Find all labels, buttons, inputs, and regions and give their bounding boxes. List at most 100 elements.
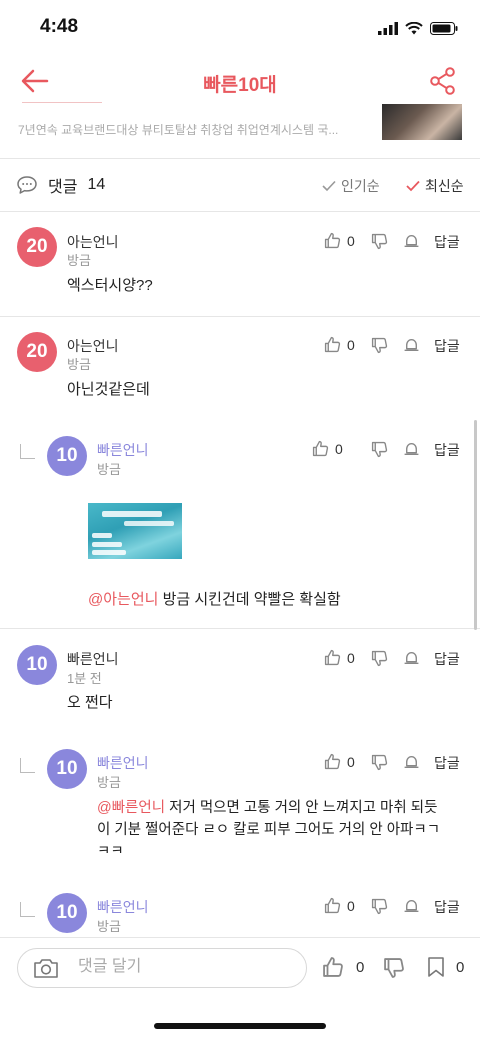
scrollbar[interactable] bbox=[474, 420, 477, 630]
thumbs-up-icon bbox=[324, 897, 341, 914]
article-preview-text[interactable]: 7년연속 교육브랜드대상 뷰티토탈샵 취창업 취업연계시스템 국... bbox=[18, 121, 368, 138]
comment-text: @빠른언니 저거 먹으면 고통 거의 안 느껴지고 마취 되듯 이 기분 쩔어준… bbox=[97, 797, 467, 853]
comment-time: 방금 bbox=[97, 775, 121, 790]
dislike-button[interactable] bbox=[371, 898, 388, 915]
thumbs-up-icon bbox=[324, 753, 341, 770]
camera-icon[interactable] bbox=[33, 957, 59, 979]
status-time: 4:48 bbox=[40, 16, 79, 37]
report-button[interactable] bbox=[403, 232, 420, 249]
thumbs-up-icon bbox=[324, 336, 341, 353]
comment-time: 방금 bbox=[97, 919, 121, 934]
mention[interactable]: @빠른언니 bbox=[97, 800, 165, 816]
avatar[interactable]: 10 bbox=[47, 436, 87, 476]
comment-author[interactable]: 아는언니 bbox=[67, 232, 119, 252]
bell-icon bbox=[403, 440, 420, 457]
bell-icon bbox=[403, 753, 420, 770]
comment-author[interactable]: 빠른언니 bbox=[97, 753, 149, 773]
reply-indent-marker bbox=[20, 902, 35, 917]
thumbs-down-icon bbox=[371, 337, 388, 354]
reply-indent-marker bbox=[20, 758, 35, 773]
thumbs-down-icon bbox=[371, 441, 388, 458]
comment-author[interactable]: 빠른언니 bbox=[67, 649, 119, 669]
thumbs-down-icon bbox=[371, 233, 388, 250]
avatar[interactable]: 10 bbox=[17, 645, 57, 685]
share-icon bbox=[430, 67, 455, 95]
divider bbox=[0, 158, 480, 159]
comment-text-line: ㅋㅋ bbox=[97, 844, 124, 853]
post-like-count: 0 bbox=[356, 958, 365, 976]
thumbs-up-icon bbox=[324, 232, 341, 249]
reply-button[interactable]: 답글 bbox=[434, 336, 460, 356]
signal-icon bbox=[378, 21, 398, 35]
like-count: 0 bbox=[335, 440, 343, 457]
bell-icon bbox=[403, 897, 420, 914]
reply-button[interactable]: 답글 bbox=[434, 440, 460, 460]
dislike-button[interactable] bbox=[371, 233, 388, 250]
like-button[interactable]: 0 bbox=[324, 897, 355, 914]
comment-author[interactable]: 빠른언니 bbox=[97, 440, 149, 460]
share-button[interactable] bbox=[428, 66, 460, 98]
reply-button[interactable]: 답글 bbox=[434, 897, 460, 917]
post-like-button[interactable]: 0 bbox=[322, 956, 364, 978]
comment-author[interactable]: 빠른언니 bbox=[97, 897, 149, 917]
dislike-button[interactable] bbox=[371, 337, 388, 354]
article-thumbnail[interactable] bbox=[382, 104, 462, 140]
comment-input[interactable] bbox=[76, 957, 290, 977]
bookmark-icon bbox=[428, 957, 444, 977]
reply-button[interactable]: 답글 bbox=[434, 753, 460, 773]
avatar[interactable]: 20 bbox=[17, 227, 57, 267]
reply-button[interactable]: 답글 bbox=[434, 232, 460, 252]
comment-input-box[interactable] bbox=[17, 948, 307, 988]
mention[interactable]: @아는언니 bbox=[88, 591, 158, 608]
like-count: 0 bbox=[347, 232, 355, 249]
home-indicator[interactable] bbox=[154, 1023, 326, 1029]
avatar[interactable]: 10 bbox=[47, 893, 87, 933]
report-button[interactable] bbox=[403, 753, 420, 770]
comment-author[interactable]: 아는언니 bbox=[67, 336, 119, 356]
divider bbox=[0, 316, 480, 317]
avatar[interactable]: 10 bbox=[47, 749, 87, 789]
thumbs-down-icon bbox=[371, 754, 388, 771]
avatar[interactable]: 20 bbox=[17, 332, 57, 372]
sort-latest-button[interactable]: 최신순 bbox=[406, 176, 464, 196]
like-button[interactable]: 0 bbox=[324, 232, 355, 249]
bookmark-count: 0 bbox=[456, 958, 465, 976]
post-dislike-button[interactable] bbox=[383, 957, 405, 979]
dislike-button[interactable] bbox=[371, 650, 388, 667]
comment-text-body: 방금 시킨건데 약빨은 확실함 bbox=[158, 591, 341, 608]
like-button[interactable]: 0 bbox=[324, 753, 355, 770]
report-button[interactable] bbox=[403, 440, 420, 457]
thumbs-up-icon bbox=[312, 440, 329, 457]
attached-image[interactable] bbox=[88, 503, 182, 559]
sort-popular-button[interactable]: 인기순 bbox=[322, 176, 380, 196]
bell-icon bbox=[403, 336, 420, 353]
like-button[interactable]: 0 bbox=[324, 336, 355, 353]
wifi-icon bbox=[405, 21, 423, 34]
like-count: 0 bbox=[347, 753, 355, 770]
report-button[interactable] bbox=[403, 897, 420, 914]
dislike-button[interactable] bbox=[371, 441, 388, 458]
battery-icon bbox=[430, 21, 458, 35]
bookmark-button[interactable]: 0 bbox=[426, 956, 464, 978]
bell-icon bbox=[403, 232, 420, 249]
reply-indent-marker bbox=[20, 444, 35, 459]
thumbs-down-icon bbox=[383, 957, 405, 979]
like-count: 0 bbox=[347, 897, 355, 914]
sort-popular-label: 인기순 bbox=[341, 178, 380, 194]
comment-text: 엑스터시양?? bbox=[67, 277, 153, 294]
comments-label: 댓글 bbox=[48, 179, 78, 196]
check-icon bbox=[406, 180, 420, 192]
comment-time: 1분 전 bbox=[67, 671, 102, 686]
reply-button[interactable]: 답글 bbox=[434, 649, 460, 669]
comments-count: 댓글 14 bbox=[16, 173, 105, 197]
thumbs-down-icon bbox=[371, 898, 388, 915]
sort-latest-label: 최신순 bbox=[425, 178, 464, 194]
dislike-button[interactable] bbox=[371, 754, 388, 771]
report-button[interactable] bbox=[403, 649, 420, 666]
comments-count-value: 14 bbox=[87, 176, 106, 193]
like-count: 0 bbox=[347, 649, 355, 666]
comment-time: 방금 bbox=[67, 357, 91, 372]
like-button[interactable]: 0 bbox=[312, 440, 343, 457]
like-button[interactable]: 0 bbox=[324, 649, 355, 666]
report-button[interactable] bbox=[403, 336, 420, 353]
